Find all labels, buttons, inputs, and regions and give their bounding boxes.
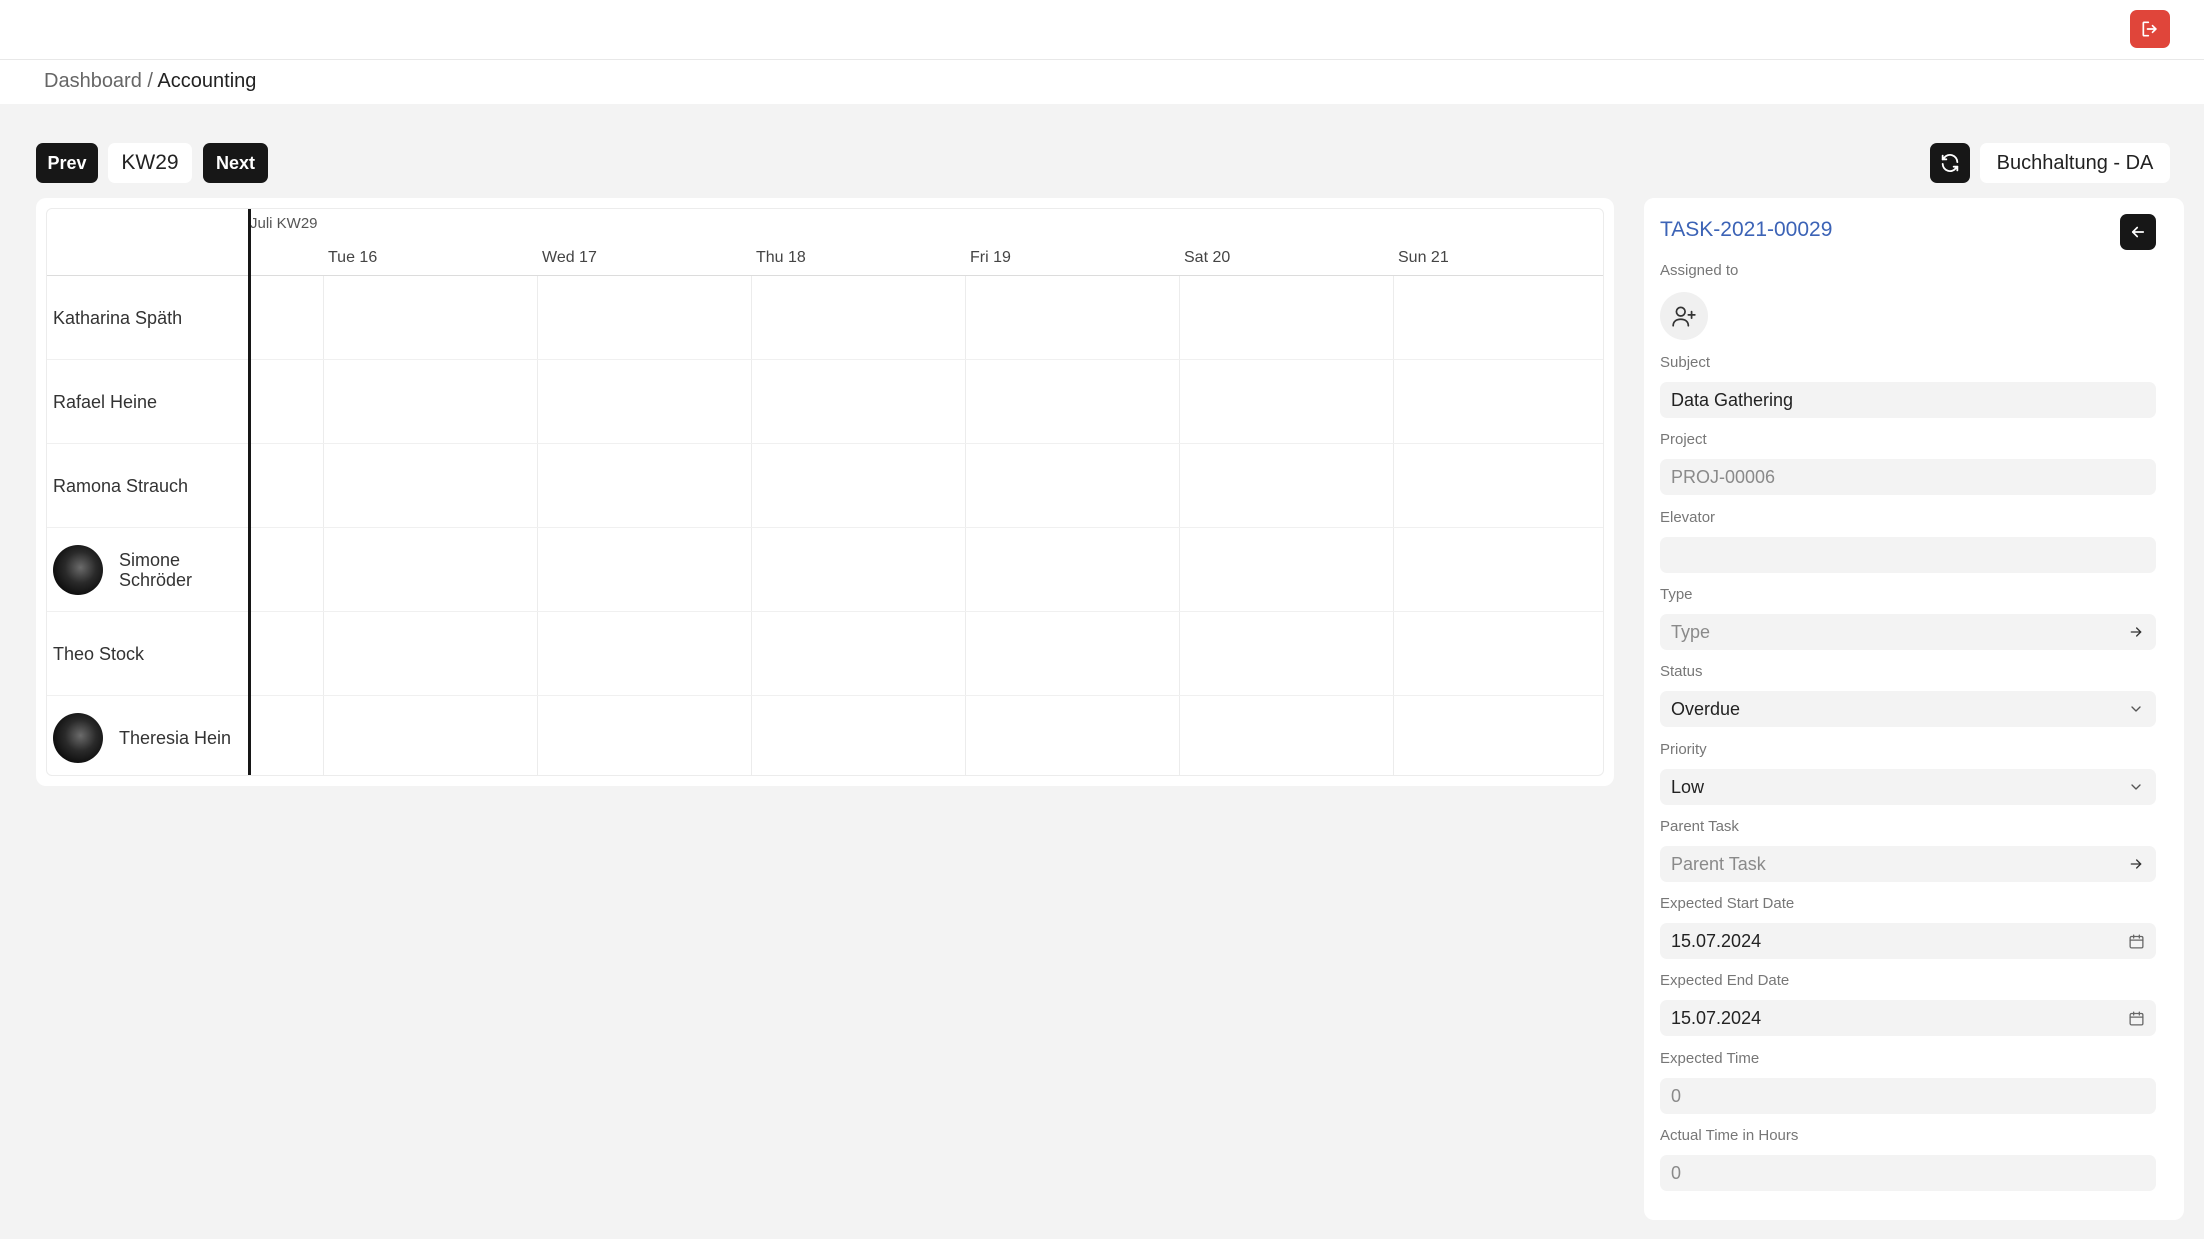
task-detail-panel: TASK-2021-00029 Assigned to Subject Data… [1644,198,2184,1220]
breadcrumb-separator: / [141,70,158,92]
avatar [53,545,103,595]
start-date-input[interactable]: 15.07.2024 [1660,923,2156,959]
resource-row[interactable]: Ramona Strauch [47,444,1603,528]
next-button[interactable]: Next [203,143,268,183]
parent-task-input[interactable]: Parent Task [1660,846,2156,882]
breadcrumb-root[interactable]: Dashboard [44,70,142,92]
chevron-down-icon [2126,777,2146,797]
priority-label: Priority [1660,741,1707,758]
refresh-icon [1941,154,1959,172]
logout-button[interactable] [2130,10,2170,48]
back-button[interactable] [2120,214,2156,250]
avatar [53,713,103,763]
resource-row[interactable]: Theo Stock [47,612,1603,696]
chevron-down-icon [2126,699,2146,719]
calendar-card: Juli KW29 Tue 16 Wed 17 Thu 18 Fri 19 Sa… [36,198,1614,786]
resource-entry: Theresia Hein [53,696,232,775]
resource-entry: Simone Schröder [53,528,192,612]
status-select[interactable]: Overdue [1660,691,2156,727]
calendar-grid: Juli KW29 Tue 16 Wed 17 Thu 18 Fri 19 Sa… [46,208,1604,776]
week-label: KW29 [108,143,192,183]
resource-row[interactable]: Simone Schröder [47,528,1603,612]
assign-user-button[interactable] [1660,292,1708,340]
type-input[interactable]: Type [1660,614,2156,650]
department-selector[interactable]: Buchhaltung - DA [1980,143,2170,183]
parent-task-label: Parent Task [1660,818,1739,835]
elevator-label: Elevator [1660,509,1716,526]
day-label: Tue 16 [328,249,378,266]
subject-label: Subject [1660,354,1711,371]
resource-row[interactable]: Theresia Hein [47,696,1603,775]
resource-name: Katharina Späth [53,307,183,328]
end-date-label: Expected End Date [1660,972,1790,989]
calendar-header: Juli KW29 Tue 16 Wed 17 Thu 18 Fri 19 Sa… [47,209,1603,276]
resource-name: Theo Stock [53,643,145,664]
day-label: Wed 17 [542,249,597,266]
breadcrumb-current: Accounting [157,70,257,92]
subject-input[interactable]: Data Gathering [1660,382,2156,418]
logout-icon [2142,21,2157,37]
day-label: Sun 21 [1398,249,1449,266]
type-label: Type [1660,586,1693,603]
actual-time-input[interactable]: 0 [1660,1155,2156,1191]
resource-name: Simone Schröder [119,550,192,590]
add-user-icon [1672,306,1696,327]
expected-time-input[interactable]: 0 [1660,1078,2156,1114]
calendar-icon[interactable] [2126,1008,2146,1028]
day-label: Thu 18 [756,249,806,266]
resource-name: Theresia Hein [119,727,232,748]
status-label: Status [1660,663,1703,680]
refresh-button[interactable] [1930,143,1970,183]
end-date-input[interactable]: 15.07.2024 [1660,1000,2156,1036]
top-bar [0,0,2204,60]
day-label: Sat 20 [1184,249,1231,266]
resource-name: Rafael Heine [53,391,158,412]
status-value: Overdue [1671,698,1741,719]
end-date-value: 15.07.2024 [1671,1007,1762,1028]
day-label: Fri 19 [970,249,1011,266]
expected-time-label: Expected Time [1660,1050,1760,1067]
resource-row[interactable]: Rafael Heine [47,360,1603,444]
arrow-left-icon [2131,226,2145,238]
breadcrumb: Dashboard / Accounting [44,70,256,93]
task-id-link[interactable]: TASK-2021-00029 [1660,218,1832,242]
priority-value: Low [1671,776,1705,797]
type-placeholder: Type [1671,621,1711,642]
resource-name: Ramona Strauch [53,475,189,496]
assigned-label: Assigned to [1660,262,1739,279]
prev-button[interactable]: Prev [36,143,98,183]
calendar-icon[interactable] [2126,931,2146,951]
parent-task-placeholder: Parent Task [1671,853,1766,874]
priority-select[interactable]: Low [1660,769,2156,805]
elevator-input[interactable] [1660,537,2156,573]
current-time-line [248,209,251,775]
resource-row[interactable]: Katharina Späth [47,276,1603,360]
start-date-value: 15.07.2024 [1671,930,1762,951]
arrow-right-icon[interactable] [2126,854,2146,874]
resource-name-line: Simone [119,550,181,570]
arrow-right-icon[interactable] [2126,622,2146,642]
month-label: Juli KW29 [250,215,318,232]
project-label: Project [1660,431,1707,448]
actual-time-label: Actual Time in Hours [1660,1127,1799,1144]
start-date-label: Expected Start Date [1660,895,1795,912]
project-input[interactable]: PROJ-00006 [1660,459,2156,495]
resource-name-line: Schröder [119,570,193,590]
breadcrumb-bar: Dashboard / Accounting [0,60,2204,104]
